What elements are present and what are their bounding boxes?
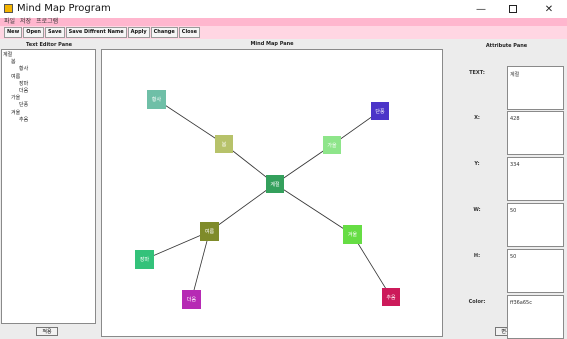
mind-map-node-rain[interactable]: 장마 (135, 250, 154, 269)
attribute-pane-title: Attribute Pane (485, 43, 528, 49)
toolbar: New Open Save Save Diffrent Name Apply C… (0, 26, 567, 39)
mind-map-node-autumn[interactable]: 가을 (323, 136, 341, 154)
mind-map-node-maple[interactable]: 단풍 (371, 102, 389, 120)
mind-map-canvas[interactable]: 계절 봄 황사가을 단풍여름장마더움 겨울추움 (101, 49, 443, 337)
mind-map-pane: Mind Map Pane 계절 봄 황사가을 단풍여름장마더움 겨울추움 (98, 39, 446, 339)
save-button[interactable]: Save (44, 27, 65, 38)
editor-line: 황사 (19, 66, 29, 73)
text-editor-pane: Text Editor Pane 계절 봄 황사 여름 장마 더움 가을 단풍 겨울 추움 적용 (0, 39, 98, 339)
menu-save[interactable]: 저장 (20, 18, 31, 26)
attr-field-y[interactable]: 334 (507, 157, 564, 201)
attr-label-x: X: (474, 115, 480, 121)
attr-field-text[interactable]: 계절 (507, 66, 564, 110)
attr-value-w: 50 (510, 208, 517, 214)
editor-line: 장마 (19, 80, 29, 87)
editor-line: 추움 (19, 116, 29, 123)
window-title: Mind Map Program (17, 3, 111, 14)
editor-line: 겨울 (11, 109, 21, 116)
close-button[interactable]: Close (178, 27, 200, 38)
editor-line: 더움 (19, 88, 29, 94)
text-editor-area[interactable]: 계절 봄 황사 여름 장마 더움 가을 단풍 겨울 추움 (1, 49, 96, 324)
editor-line: 계절 (3, 52, 13, 58)
save-different-name-button[interactable]: Save Diffrent Name (65, 27, 127, 38)
attr-value-text: 계절 (510, 72, 520, 78)
attr-field-w[interactable]: 50 (507, 203, 564, 247)
close-window-button[interactable]: ✕ (535, 0, 563, 18)
mind-map-node-spring[interactable]: 봄 (215, 135, 233, 153)
mind-map-node-cold[interactable]: 추움 (382, 288, 400, 306)
mind-map-node-hot[interactable]: 더움 (182, 290, 201, 309)
java-app-icon (4, 4, 13, 13)
menu-file[interactable]: 파일 (4, 18, 15, 26)
new-button[interactable]: New (4, 27, 23, 38)
apply-text-button[interactable]: 적용 (36, 327, 58, 336)
edge-root-winter (274, 183, 353, 235)
text-editor-pane-title: Text Editor Pane (25, 42, 73, 48)
menu-bar: 파일 저장 프로그램 (0, 18, 567, 26)
maximize-icon (509, 5, 517, 13)
minimize-button[interactable]: — (467, 0, 495, 18)
change-button[interactable]: Change (150, 27, 178, 38)
editor-line: 가을 (11, 95, 21, 102)
attr-label-w: W: (473, 207, 481, 213)
mind-map-node-summer[interactable]: 여름 (200, 222, 219, 241)
mind-map-node-dust[interactable]: 황사 (147, 90, 166, 109)
mind-map-pane-title: Mind Map Pane (250, 41, 294, 47)
edge-spring-dust (156, 99, 225, 145)
mind-map-node-winter[interactable]: 겨울 (343, 225, 362, 244)
editor-line: 여름 (11, 73, 21, 80)
attr-value-h: 50 (510, 254, 517, 260)
attribute-pane: Attribute Pane 변경 TEXT: 계절 X: 428 Y: 334 W: 50 H… (446, 39, 567, 339)
attr-field-h[interactable]: 50 (507, 249, 564, 293)
menu-program[interactable]: 프로그램 (36, 18, 58, 26)
attr-field-x[interactable]: 428 (507, 111, 564, 155)
attr-label-text: TEXT: (469, 70, 485, 76)
title-bar: Mind Map Program — ✕ (0, 0, 567, 18)
attr-label-color: Color: (468, 299, 486, 305)
editor-line: 봄 (11, 59, 16, 66)
editor-line: 단풍 (19, 102, 29, 109)
attr-label-h: H: (473, 253, 481, 259)
mind-map-node-root[interactable]: 계절 (266, 175, 284, 193)
attr-value-y: 334 (510, 162, 520, 168)
attr-value-x: 428 (510, 116, 520, 122)
open-button[interactable]: Open (23, 27, 44, 38)
maximize-button[interactable] (499, 0, 527, 18)
attr-label-y: Y: (474, 161, 480, 167)
apply-button[interactable]: Apply (127, 27, 150, 38)
attr-field-color[interactable]: ff36a65c (507, 295, 564, 339)
attr-value-color: ff36a65c (510, 300, 532, 306)
